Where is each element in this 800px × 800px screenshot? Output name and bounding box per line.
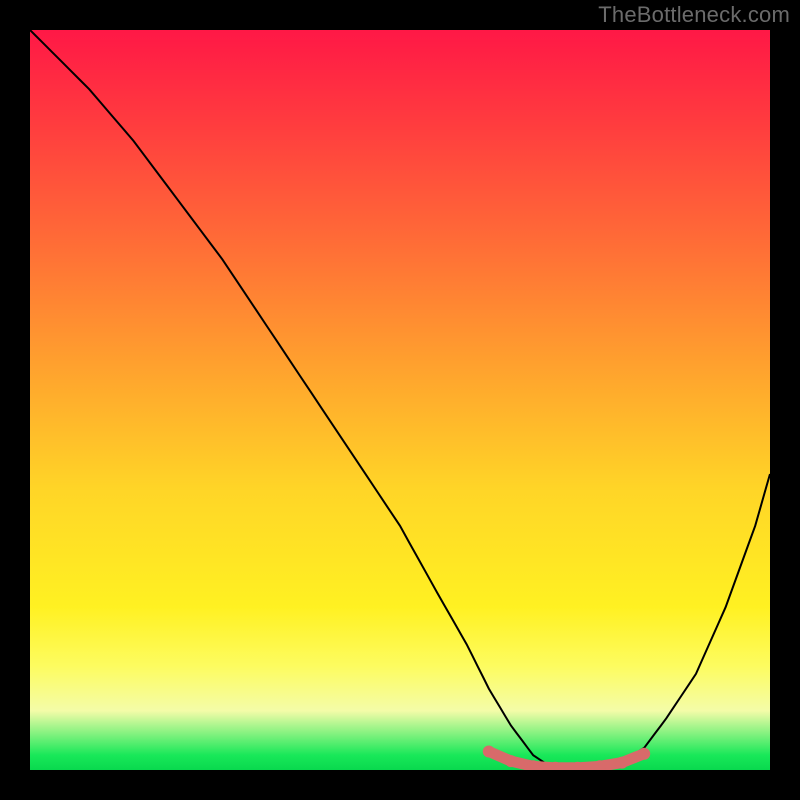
chart-container: TheBottleneck.com <box>0 0 800 800</box>
optimal-dot <box>638 748 650 760</box>
optimal-dot <box>505 755 517 767</box>
optimal-dot <box>616 757 628 769</box>
optimal-band <box>30 30 770 770</box>
watermark-text: TheBottleneck.com <box>598 2 790 28</box>
optimal-dot <box>483 746 495 758</box>
